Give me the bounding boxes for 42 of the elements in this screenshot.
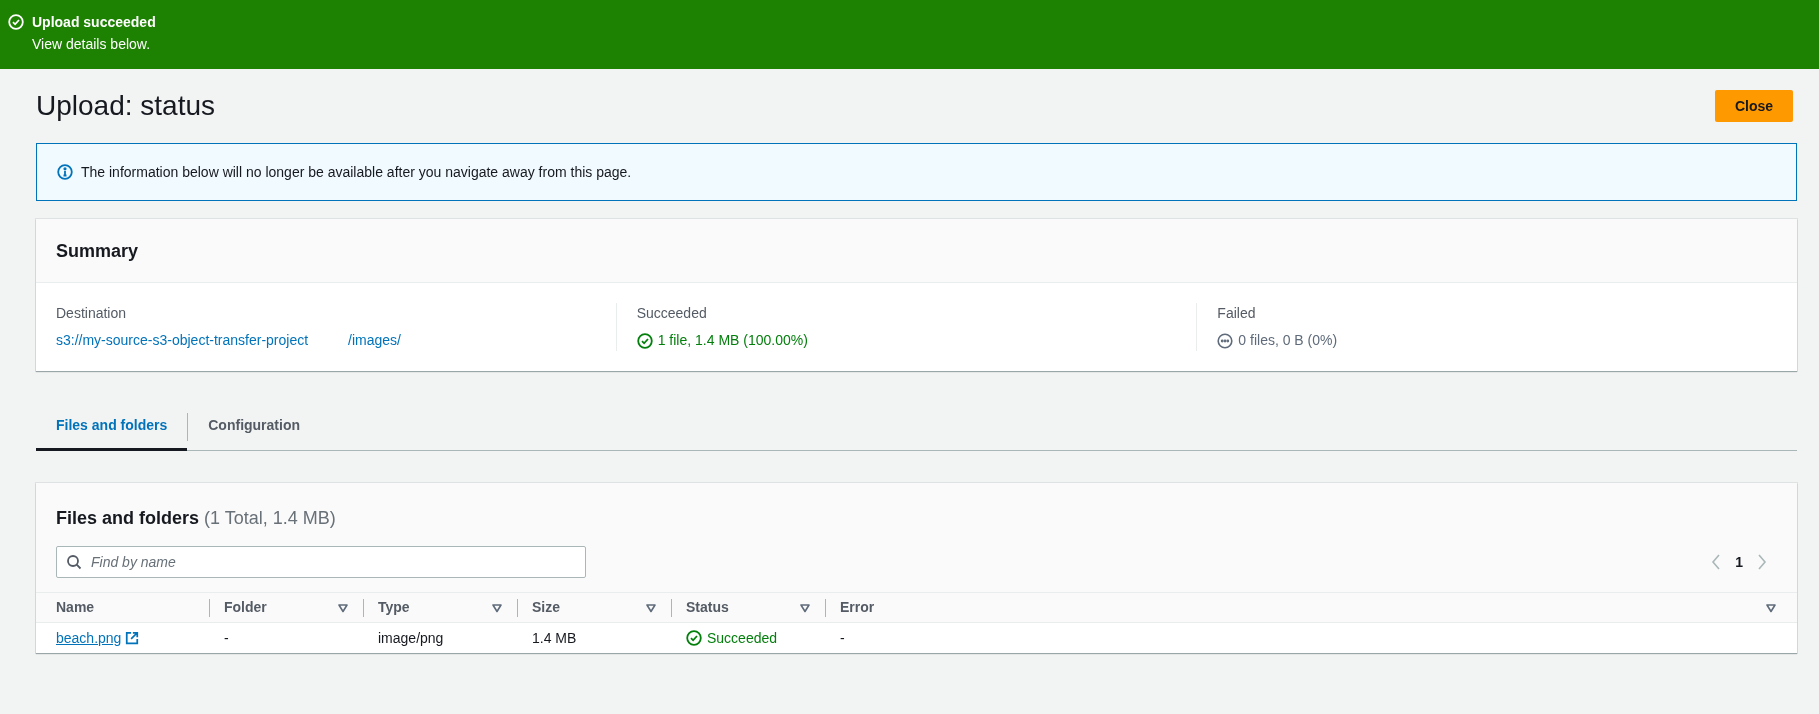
summary-title: Summary	[56, 240, 139, 263]
destination-link[interactable]: s3://my-source-s3-object-transfer-project	[56, 330, 309, 351]
banner-title: Upload succeeded	[32, 13, 156, 31]
success-icon	[8, 14, 24, 30]
banner-message: View details below.	[32, 35, 152, 53]
stat-value: 1 file, 1.4 MB (100.00%)	[657, 331, 808, 350]
sort-icon[interactable]	[337, 601, 349, 614]
column-header[interactable]: Size	[532, 597, 560, 618]
info-icon	[57, 164, 73, 180]
more-circle-icon	[1217, 332, 1234, 349]
tab[interactable]: Files and folders	[36, 402, 188, 451]
sort-icon[interactable]	[1765, 601, 1777, 614]
stat-label: Failed	[1217, 304, 1257, 323]
column-header[interactable]: Folder	[224, 597, 267, 618]
search-field[interactable]: Find by name	[56, 546, 586, 578]
column-header[interactable]: Status	[686, 597, 729, 618]
sort-icon[interactable]	[491, 601, 503, 614]
table-cell-text: -	[839, 628, 846, 648]
destination-link[interactable]: /images/	[348, 330, 401, 351]
success-icon	[686, 630, 702, 646]
column-header[interactable]: Name	[56, 597, 95, 618]
tab[interactable]: Configuration	[188, 402, 320, 451]
table-cell-text: 1.4 MB	[531, 628, 578, 648]
success-icon	[636, 332, 653, 349]
page-title: Upload: status	[36, 89, 215, 123]
sort-icon[interactable]	[799, 601, 811, 614]
sort-icon[interactable]	[645, 601, 657, 614]
table-cell-text: -	[223, 628, 230, 648]
destination-label: Destination	[56, 304, 128, 323]
column-header[interactable]: Error	[840, 597, 875, 618]
status-text: Succeeded	[707, 628, 778, 648]
page-number[interactable]: 1	[1735, 551, 1743, 573]
table-cell-text: image/png	[377, 628, 445, 648]
files-title: Files and folders (1 Total, 1.4 MB)	[56, 507, 337, 530]
external-link-icon[interactable]	[125, 631, 140, 645]
stat-label: Succeeded	[636, 304, 708, 323]
info-text: The information below will no longer be available after you navigate away from this page.	[81, 162, 632, 182]
stat-value: 0 files, 0 B (0%)	[1238, 331, 1338, 350]
column-header[interactable]: Type	[378, 597, 410, 618]
file-link[interactable]: beach.png	[56, 627, 122, 649]
close-button[interactable]: Close	[1715, 90, 1793, 122]
search-icon	[66, 554, 82, 570]
